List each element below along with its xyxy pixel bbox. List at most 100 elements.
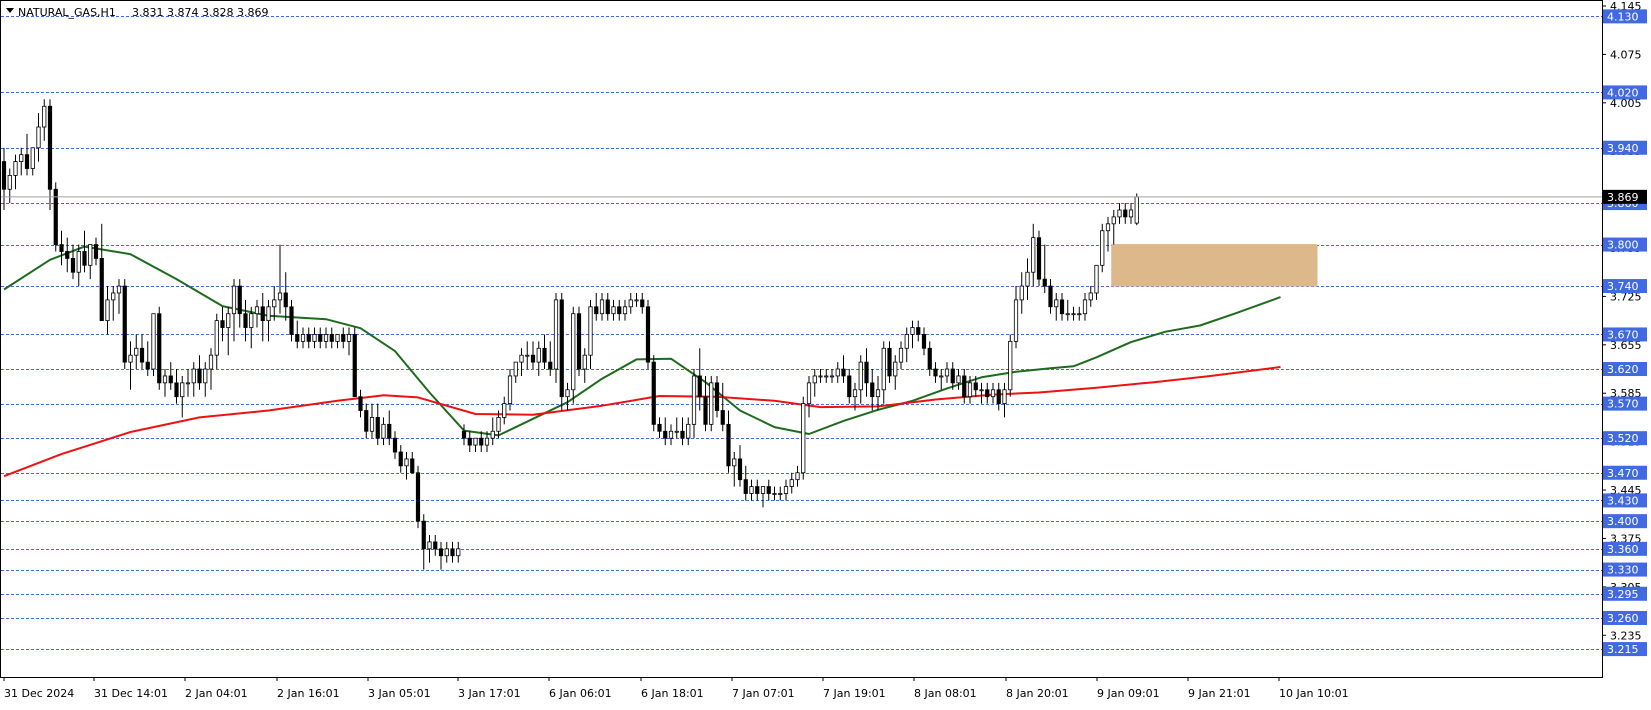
- bull-candle: [749, 479, 754, 501]
- bull-candle: [191, 362, 196, 397]
- candle-body: [36, 126, 41, 149]
- bull-candle: [760, 486, 766, 508]
- candle-body: [818, 375, 823, 378]
- candle-body: [887, 347, 892, 377]
- candle-body: [1094, 264, 1099, 294]
- candle-body: [82, 251, 87, 266]
- candle-body: [1111, 216, 1116, 225]
- candle-body: [502, 403, 507, 418]
- candle-body: [1128, 209, 1134, 218]
- bear-candle: [640, 292, 645, 314]
- candle-body: [553, 299, 559, 370]
- candle-body: [300, 334, 306, 342]
- bull-candle: [1002, 382, 1007, 418]
- candle-body: [1031, 237, 1036, 273]
- level-tag-label: 3.295: [1607, 588, 1639, 601]
- bull-candle: [162, 369, 168, 397]
- candle-body: [467, 437, 472, 446]
- candle-body: [829, 375, 835, 378]
- candle-body: [76, 251, 81, 273]
- candle-body: [185, 382, 191, 385]
- bear-candle: [530, 341, 536, 370]
- bull-candle: [939, 369, 944, 390]
- candle-body: [904, 334, 909, 349]
- bull-candle: [1088, 286, 1093, 307]
- bear-candle: [24, 133, 30, 176]
- candle-body: [760, 486, 766, 494]
- candle-body: [680, 430, 685, 439]
- bear-candle: [962, 369, 967, 404]
- bull-candle: [180, 375, 185, 418]
- collapse-triangle-icon[interactable]: [6, 8, 14, 13]
- bull-candle: [668, 424, 674, 446]
- candle-body: [893, 361, 898, 377]
- bear-candle: [985, 382, 990, 404]
- bull-candle: [691, 369, 697, 439]
- candle-body: [312, 334, 317, 342]
- candle-body: [162, 375, 168, 384]
- moving-averages: [3, 245, 1281, 478]
- candle-body: [691, 375, 697, 425]
- bear-candle: [1123, 203, 1128, 224]
- y-tick-label: 3.235: [1610, 629, 1642, 642]
- symbol-label: NATURAL_GAS,H1: [18, 6, 116, 19]
- bear-candle: [548, 341, 553, 376]
- bull-candle: [1128, 203, 1134, 224]
- bull-candle: [203, 362, 208, 397]
- candle-body: [53, 188, 58, 245]
- bear-candle: [197, 355, 202, 390]
- bull-candle: [231, 279, 237, 342]
- candle-body: [65, 251, 70, 259]
- x-tick-label: 10 Jan 10:01: [1279, 687, 1349, 700]
- bull-candle: [134, 334, 139, 370]
- candle-body: [525, 354, 530, 357]
- bull-candle: [254, 299, 260, 328]
- bull-candle: [812, 369, 817, 397]
- bear-candle: [847, 369, 852, 404]
- bull-candle: [513, 361, 518, 383]
- bear-candle: [461, 424, 467, 446]
- bull-candle: [1065, 299, 1070, 321]
- candle-body: [622, 306, 628, 315]
- candle-body: [111, 292, 116, 301]
- bull-candle: [588, 299, 593, 370]
- bull-candle: [806, 375, 812, 418]
- supply-zone: [1111, 244, 1318, 287]
- price-chart[interactable]: 4.1454.0754.0053.9353.8653.7953.7253.655…: [0, 0, 1651, 706]
- bear-candle: [289, 299, 294, 342]
- candle-body: [576, 313, 582, 370]
- bull-candle: [795, 465, 800, 487]
- candle-body: [231, 285, 237, 315]
- candle-body: [967, 382, 973, 398]
- candle-body: [668, 430, 674, 439]
- bear-candle: [450, 541, 455, 563]
- bull-candle: [1071, 306, 1076, 321]
- candle-body: [858, 361, 863, 391]
- bear-candle: [542, 334, 547, 370]
- bull-candle: [674, 417, 679, 439]
- bull-candle: [42, 99, 47, 141]
- ma-fast-line: [3, 245, 1281, 437]
- bull-candle: [111, 286, 116, 321]
- candle-body: [496, 417, 501, 432]
- candle-body: [174, 382, 179, 398]
- candle-body: [864, 361, 869, 384]
- bear-candle: [743, 465, 748, 501]
- bear-candle: [352, 327, 357, 398]
- candle-body: [990, 389, 996, 398]
- bear-candle: [1059, 292, 1065, 321]
- candle-body: [484, 437, 490, 446]
- bear-candle: [433, 534, 438, 556]
- bull-candle: [904, 327, 909, 363]
- candle-body: [927, 347, 932, 370]
- bear-candle: [47, 99, 53, 210]
- candle-body: [611, 306, 616, 315]
- candle-body: [726, 423, 731, 467]
- candle-body: [663, 430, 668, 439]
- zone-rectangle: [1111, 244, 1318, 287]
- bear-candle: [237, 279, 242, 328]
- candle-body: [881, 347, 886, 391]
- candle-body: [243, 313, 248, 328]
- candle-body: [139, 347, 145, 363]
- x-tick-label: 6 Jan 18:01: [641, 687, 704, 700]
